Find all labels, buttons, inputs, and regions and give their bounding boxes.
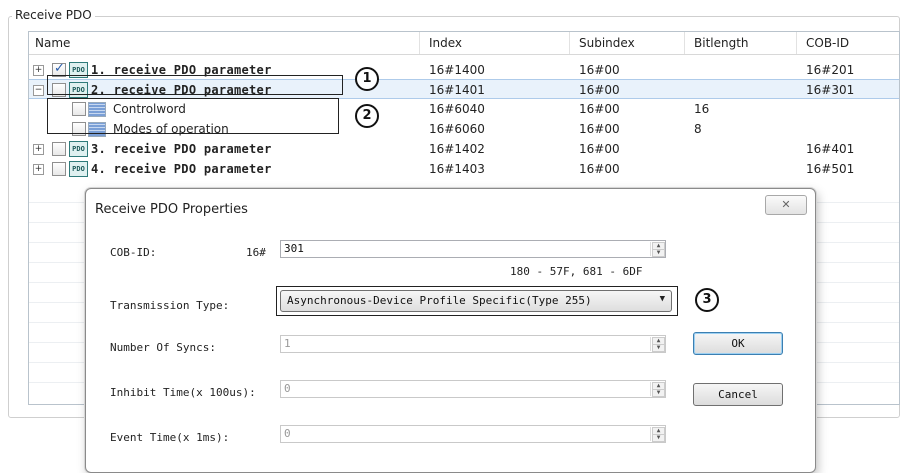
row-index: 16#1400 (429, 63, 485, 77)
column-header-index[interactable]: Index (429, 36, 462, 50)
transmission-type-label: Transmission Type: (110, 299, 230, 312)
row-bitlength: 8 (694, 122, 702, 136)
spin-down-icon[interactable]: ▼ (652, 344, 665, 352)
row-name: 3. receive PDO parameter (91, 142, 272, 156)
row-subindex: 16#00 (579, 142, 620, 156)
callout-box-3 (276, 286, 678, 316)
ok-button[interactable]: OK (693, 332, 783, 355)
number-of-syncs-value: 1 (284, 337, 291, 350)
callout-number-2: 2 (355, 104, 379, 128)
inhibit-time-input[interactable]: 0 ▲ ▼ (280, 380, 666, 398)
column-separator[interactable] (419, 32, 420, 54)
event-time-value: 0 (284, 427, 291, 440)
expand-toggle[interactable]: + (33, 65, 44, 76)
cobid-spinner[interactable]: ▲ ▼ (650, 242, 665, 257)
table-row[interactable]: + PDO 4. receive PDO parameter 16#1403 1… (29, 159, 899, 179)
cancel-button[interactable]: Cancel (693, 383, 783, 406)
row-bitlength: 16 (694, 102, 710, 116)
row-index: 16#1402 (429, 142, 485, 156)
inhibit-time-value: 0 (284, 382, 291, 395)
row-subindex: 16#00 (579, 122, 620, 136)
pdo-icon: PDO (69, 161, 88, 177)
callout-box-2 (47, 98, 339, 134)
checkbox[interactable] (52, 162, 66, 176)
spin-down-icon[interactable]: ▼ (652, 434, 665, 442)
column-header-name[interactable]: Name (35, 36, 70, 50)
number-of-syncs-label: Number Of Syncs: (110, 341, 216, 354)
row-cobid: 16#201 (806, 63, 855, 77)
callout-number-1: 1 (355, 67, 379, 91)
spin-down-icon[interactable]: ▼ (652, 389, 665, 397)
event-time-input[interactable]: 0 ▲ ▼ (280, 425, 666, 443)
column-header-subindex[interactable]: Subindex (579, 36, 635, 50)
callout-box-1 (47, 75, 343, 95)
event-time-label: Event Time(x 1ms): (110, 431, 230, 444)
cobid-range-hint: 180 - 57F, 681 - 6DF (510, 265, 643, 278)
inhibit-time-label: Inhibit Time(x 100us): (110, 386, 256, 399)
column-separator[interactable] (569, 32, 570, 54)
event-spinner[interactable]: ▲ ▼ (650, 427, 665, 442)
syncs-spinner[interactable]: ▲ ▼ (650, 337, 665, 352)
table-header: Name Index Subindex Bitlength COB-ID (29, 32, 899, 55)
row-index: 16#6060 (429, 122, 485, 136)
close-icon: ✕ (781, 198, 791, 211)
expand-toggle[interactable]: + (33, 144, 44, 155)
table-row[interactable]: + PDO 3. receive PDO parameter 16#1402 1… (29, 139, 899, 159)
row-index: 16#1401 (429, 83, 485, 97)
group-title: Receive PDO (12, 8, 95, 22)
inhibit-spinner[interactable]: ▲ ▼ (650, 382, 665, 397)
spin-down-icon[interactable]: ▼ (652, 249, 665, 257)
row-subindex: 16#00 (579, 83, 620, 97)
row-cobid: 16#301 (806, 83, 855, 97)
close-button[interactable]: ✕ (765, 195, 807, 215)
row-subindex: 16#00 (579, 162, 620, 176)
expand-toggle[interactable]: + (33, 164, 44, 175)
cobid-input[interactable]: 301 ▲ ▼ (280, 240, 666, 258)
receive-pdo-properties-dialog: Receive PDO Properties ✕ COB-ID: 16# 301… (85, 188, 816, 473)
row-subindex: 16#00 (579, 63, 620, 77)
column-header-bitlength[interactable]: Bitlength (694, 36, 749, 50)
row-index: 16#1403 (429, 162, 485, 176)
row-name: 4. receive PDO parameter (91, 162, 272, 176)
checkbox[interactable] (52, 142, 66, 156)
row-cobid: 16#501 (806, 162, 855, 176)
column-separator[interactable] (684, 32, 685, 54)
column-header-cobid[interactable]: COB-ID (806, 36, 849, 50)
column-separator[interactable] (796, 32, 797, 54)
dialog-title: Receive PDO Properties (95, 202, 248, 217)
row-subindex: 16#00 (579, 102, 620, 116)
cobid-prefix: 16# (246, 246, 266, 259)
callout-number-3: 3 (695, 288, 719, 312)
row-cobid: 16#401 (806, 142, 855, 156)
cobid-value: 301 (284, 242, 304, 255)
collapse-toggle[interactable]: − (33, 85, 44, 96)
pdo-icon: PDO (69, 141, 88, 157)
cobid-label: COB-ID: (110, 246, 157, 259)
row-index: 16#6040 (429, 102, 485, 116)
number-of-syncs-input[interactable]: 1 ▲ ▼ (280, 335, 666, 353)
